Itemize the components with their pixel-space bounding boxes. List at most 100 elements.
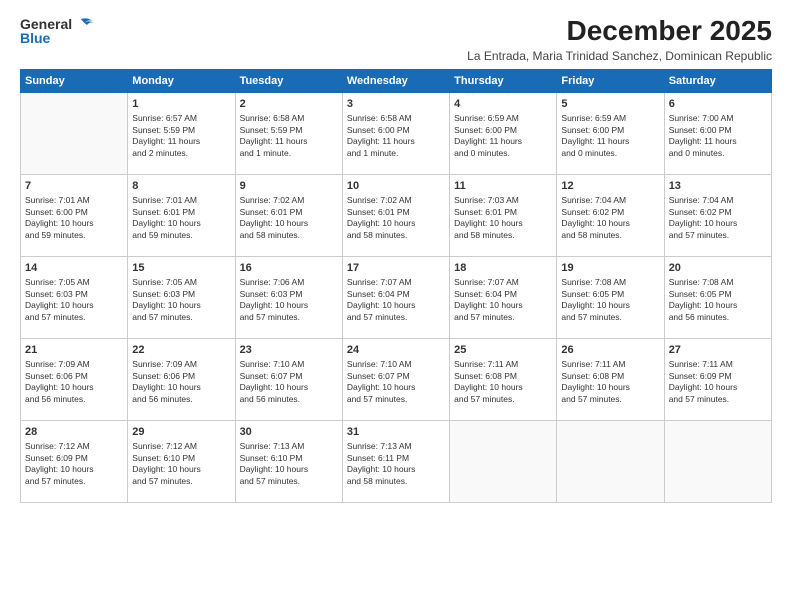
calendar-cell: 29Sunrise: 7:12 AMSunset: 6:10 PMDayligh… [128, 420, 235, 502]
calendar-header-wednesday: Wednesday [342, 69, 449, 92]
day-info: Sunrise: 7:09 AMSunset: 6:06 PMDaylight:… [132, 359, 230, 405]
day-info: Sunrise: 7:13 AMSunset: 6:11 PMDaylight:… [347, 441, 445, 487]
calendar-header-saturday: Saturday [664, 69, 771, 92]
day-number: 13 [669, 179, 767, 193]
day-number: 4 [454, 97, 552, 111]
calendar-cell: 3Sunrise: 6:58 AMSunset: 6:00 PMDaylight… [342, 92, 449, 174]
calendar-cell: 30Sunrise: 7:13 AMSunset: 6:10 PMDayligh… [235, 420, 342, 502]
calendar-cell: 28 Sunrise: 7:12 AMSunset: 6:09 PMDayligh… [21, 420, 128, 502]
calendar-header-row: SundayMondayTuesdayWednesdayThursdayFrid… [21, 69, 772, 92]
day-number: 14 [25, 261, 123, 275]
calendar-cell: 17Sunrise: 7:07 AMSunset: 6:04 PMDayligh… [342, 256, 449, 338]
subtitle: La Entrada, Maria Trinidad Sanchez, Domi… [467, 49, 772, 63]
day-number: 9 [240, 179, 338, 193]
day-number: 28 [25, 425, 123, 439]
page: General Blue December 2025 La Entrada, M… [0, 0, 792, 612]
day-info: Sunrise: 7:08 AMSunset: 6:05 PMDaylight:… [669, 277, 767, 323]
day-info: Sunrise: 7:03 AMSunset: 6:01 PMDaylight:… [454, 195, 552, 241]
day-info: Sunrise: 7:02 AMSunset: 6:01 PMDaylight:… [240, 195, 338, 241]
calendar-cell: 14 Sunrise: 7:05 AMSunset: 6:03 PMDayligh… [21, 256, 128, 338]
calendar-cell: 26Sunrise: 7:11 AMSunset: 6:08 PMDayligh… [557, 338, 664, 420]
day-number: 2 [240, 97, 338, 111]
main-title: December 2025 [467, 16, 772, 47]
day-info: Sunrise: 7:12 AMSunset: 6:09 PMDaylight:… [25, 441, 123, 487]
calendar-cell: 13 Sunrise: 7:04 AMSunset: 6:02 PMDayligh… [664, 174, 771, 256]
day-info: Sunrise: 7:01 AMSunset: 6:00 PMDaylight:… [25, 195, 123, 241]
calendar-cell: 20 Sunrise: 7:08 AMSunset: 6:05 PMDayligh… [664, 256, 771, 338]
calendar-cell: 2 Sunrise: 6:58 AMSunset: 5:59 PMDaylight… [235, 92, 342, 174]
day-info: Sunrise: 7:07 AMSunset: 6:04 PMDaylight:… [454, 277, 552, 323]
day-number: 23 [240, 343, 338, 357]
calendar-week-4: 21 Sunrise: 7:09 AMSunset: 6:06 PMDayligh… [21, 338, 772, 420]
calendar-header-friday: Friday [557, 69, 664, 92]
calendar-cell: 7 Sunrise: 7:01 AMSunset: 6:00 PMDaylight… [21, 174, 128, 256]
day-info: Sunrise: 6:59 AMSunset: 6:00 PMDaylight:… [561, 113, 659, 159]
day-number: 15 [132, 261, 230, 275]
day-info: Sunrise: 6:57 AMSunset: 5:59 PMDaylight:… [132, 113, 230, 159]
day-info: Sunrise: 6:58 AMSunset: 5:59 PMDaylight:… [240, 113, 338, 159]
calendar-cell: 12 Sunrise: 7:04 AMSunset: 6:02 PMDayligh… [557, 174, 664, 256]
calendar-header-sunday: Sunday [21, 69, 128, 92]
day-info: Sunrise: 7:10 AMSunset: 6:07 PMDaylight:… [347, 359, 445, 405]
day-info: Sunrise: 7:09 AMSunset: 6:06 PMDaylight:… [25, 359, 123, 405]
calendar-table: SundayMondayTuesdayWednesdayThursdayFrid… [20, 69, 772, 503]
calendar-week-5: 28 Sunrise: 7:12 AMSunset: 6:09 PMDayligh… [21, 420, 772, 502]
day-info: Sunrise: 7:11 AMSunset: 6:08 PMDaylight:… [561, 359, 659, 405]
day-number: 31 [347, 425, 445, 439]
day-info: Sunrise: 7:04 AMSunset: 6:02 PMDaylight:… [561, 195, 659, 241]
day-info: Sunrise: 7:08 AMSunset: 6:05 PMDaylight:… [561, 277, 659, 323]
calendar-cell: 15 Sunrise: 7:05 AMSunset: 6:03 PMDayligh… [128, 256, 235, 338]
calendar-header-monday: Monday [128, 69, 235, 92]
calendar-cell: 23 Sunrise: 7:10 AMSunset: 6:07 PMDayligh… [235, 338, 342, 420]
calendar-header-tuesday: Tuesday [235, 69, 342, 92]
calendar-cell: 5 Sunrise: 6:59 AMSunset: 6:00 PMDaylight… [557, 92, 664, 174]
calendar-cell: 21 Sunrise: 7:09 AMSunset: 6:06 PMDayligh… [21, 338, 128, 420]
day-info: Sunrise: 7:11 AMSunset: 6:08 PMDaylight:… [454, 359, 552, 405]
day-number: 20 [669, 261, 767, 275]
day-info: Sunrise: 7:12 AMSunset: 6:10 PMDaylight:… [132, 441, 230, 487]
calendar-cell: 10 Sunrise: 7:02 AMSunset: 6:01 PMDayligh… [342, 174, 449, 256]
calendar-cell: 16Sunrise: 7:06 AMSunset: 6:03 PMDayligh… [235, 256, 342, 338]
day-number: 6 [669, 97, 767, 111]
calendar-cell: 9 Sunrise: 7:02 AMSunset: 6:01 PMDaylight… [235, 174, 342, 256]
day-info: Sunrise: 7:05 AMSunset: 6:03 PMDaylight:… [25, 277, 123, 323]
day-info: Sunrise: 7:02 AMSunset: 6:01 PMDaylight:… [347, 195, 445, 241]
day-number: 25 [454, 343, 552, 357]
day-number: 27 [669, 343, 767, 357]
day-number: 1 [132, 97, 230, 111]
day-number: 3 [347, 97, 445, 111]
day-number: 12 [561, 179, 659, 193]
day-info: Sunrise: 7:04 AMSunset: 6:02 PMDaylight:… [669, 195, 767, 241]
calendar-cell: 22 Sunrise: 7:09 AMSunset: 6:06 PMDayligh… [128, 338, 235, 420]
day-info: Sunrise: 7:05 AMSunset: 6:03 PMDaylight:… [132, 277, 230, 323]
day-number: 18 [454, 261, 552, 275]
day-number: 10 [347, 179, 445, 193]
calendar-cell [21, 92, 128, 174]
calendar-cell [557, 420, 664, 502]
calendar-cell: 24Sunrise: 7:10 AMSunset: 6:07 PMDayligh… [342, 338, 449, 420]
calendar-cell: 31 Sunrise: 7:13 AMSunset: 6:11 PMDayligh… [342, 420, 449, 502]
header: General Blue December 2025 La Entrada, M… [20, 16, 772, 63]
day-number: 21 [25, 343, 123, 357]
day-number: 17 [347, 261, 445, 275]
day-number: 30 [240, 425, 338, 439]
calendar-cell [664, 420, 771, 502]
calendar-cell: 8 Sunrise: 7:01 AMSunset: 6:01 PMDaylight… [128, 174, 235, 256]
day-info: Sunrise: 7:10 AMSunset: 6:07 PMDaylight:… [240, 359, 338, 405]
day-info: Sunrise: 7:11 AMSunset: 6:09 PMDaylight:… [669, 359, 767, 405]
day-info: Sunrise: 7:00 AMSunset: 6:00 PMDaylight:… [669, 113, 767, 159]
calendar-cell: 4 Sunrise: 6:59 AMSunset: 6:00 PMDaylight… [450, 92, 557, 174]
calendar-cell: 11Sunrise: 7:03 AMSunset: 6:01 PMDayligh… [450, 174, 557, 256]
calendar-cell: 19Sunrise: 7:08 AMSunset: 6:05 PMDayligh… [557, 256, 664, 338]
day-number: 7 [25, 179, 123, 193]
calendar-cell: 18 Sunrise: 7:07 AMSunset: 6:04 PMDayligh… [450, 256, 557, 338]
day-number: 8 [132, 179, 230, 193]
calendar-week-2: 7 Sunrise: 7:01 AMSunset: 6:00 PMDaylight… [21, 174, 772, 256]
day-info: Sunrise: 6:59 AMSunset: 6:00 PMDaylight:… [454, 113, 552, 159]
day-info: Sunrise: 7:01 AMSunset: 6:01 PMDaylight:… [132, 195, 230, 241]
day-number: 5 [561, 97, 659, 111]
day-number: 22 [132, 343, 230, 357]
calendar-cell: 1 Sunrise: 6:57 AMSunset: 5:59 PMDaylight… [128, 92, 235, 174]
day-info: Sunrise: 7:06 AMSunset: 6:03 PMDaylight:… [240, 277, 338, 323]
calendar-cell: 25 Sunrise: 7:11 AMSunset: 6:08 PMDayligh… [450, 338, 557, 420]
